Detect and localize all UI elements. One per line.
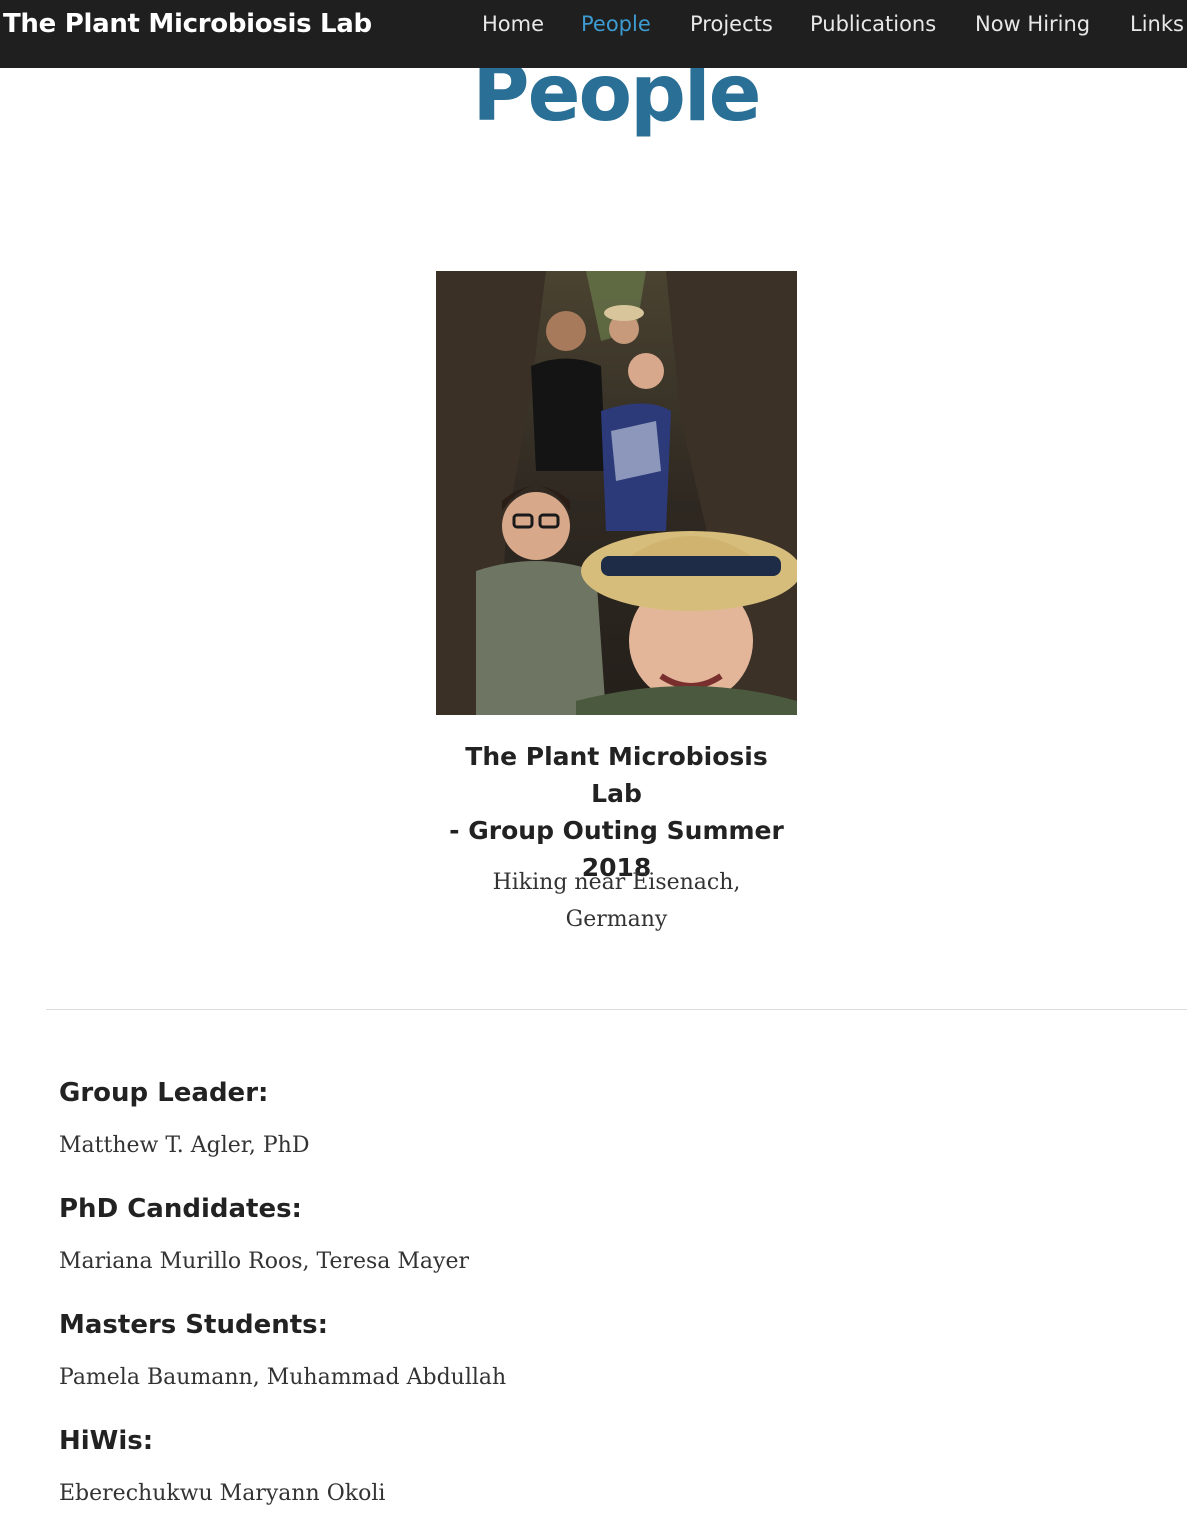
nav-item-projects[interactable]: Projects bbox=[690, 12, 773, 36]
roster-heading-masters-students: Masters Students: bbox=[59, 1310, 329, 1340]
roster-names-group-leader: Matthew T. Agler, PhD bbox=[59, 1133, 310, 1158]
site-brand-link[interactable]: The Plant Microbiosis Lab bbox=[3, 9, 372, 39]
nav-item-home[interactable]: Home bbox=[482, 12, 544, 36]
nav-item-people[interactable]: People bbox=[581, 12, 651, 36]
roster-heading-phd-candidates: PhD Candidates: bbox=[59, 1194, 302, 1224]
nav-item-publications[interactable]: Publications bbox=[810, 12, 936, 36]
section-divider bbox=[46, 1009, 1187, 1010]
group-photo-illustration bbox=[436, 271, 797, 715]
photo-caption-subtitle-line: Germany bbox=[565, 907, 668, 932]
roster-names-masters-students: Pamela Baumann, Muhammad Abdullah bbox=[59, 1365, 507, 1390]
group-photo[interactable] bbox=[436, 271, 797, 715]
nav-item-links[interactable]: Links bbox=[1130, 12, 1184, 36]
photo-caption-title-line: The Plant Microbiosis Lab bbox=[465, 742, 768, 808]
top-navbar: The Plant Microbiosis Lab Home People Pr… bbox=[0, 0, 1187, 68]
photo-caption-subtitle-line: Hiking near Eisenach, bbox=[492, 870, 741, 895]
roster-names-hiwis: Eberechukwu Maryann Okoli bbox=[59, 1481, 386, 1506]
roster-names-phd-candidates: Mariana Murillo Roos, Teresa Mayer bbox=[59, 1249, 470, 1274]
roster-heading-hiwis: HiWis: bbox=[59, 1426, 154, 1456]
roster-heading-group-leader: Group Leader: bbox=[59, 1078, 269, 1108]
photo-caption-subtitle: Hiking near Eisenach, Germany bbox=[436, 864, 797, 938]
photo-caption-title-line: - Group Outing Summer bbox=[449, 816, 784, 845]
nav-item-now-hiring[interactable]: Now Hiring bbox=[975, 12, 1090, 36]
